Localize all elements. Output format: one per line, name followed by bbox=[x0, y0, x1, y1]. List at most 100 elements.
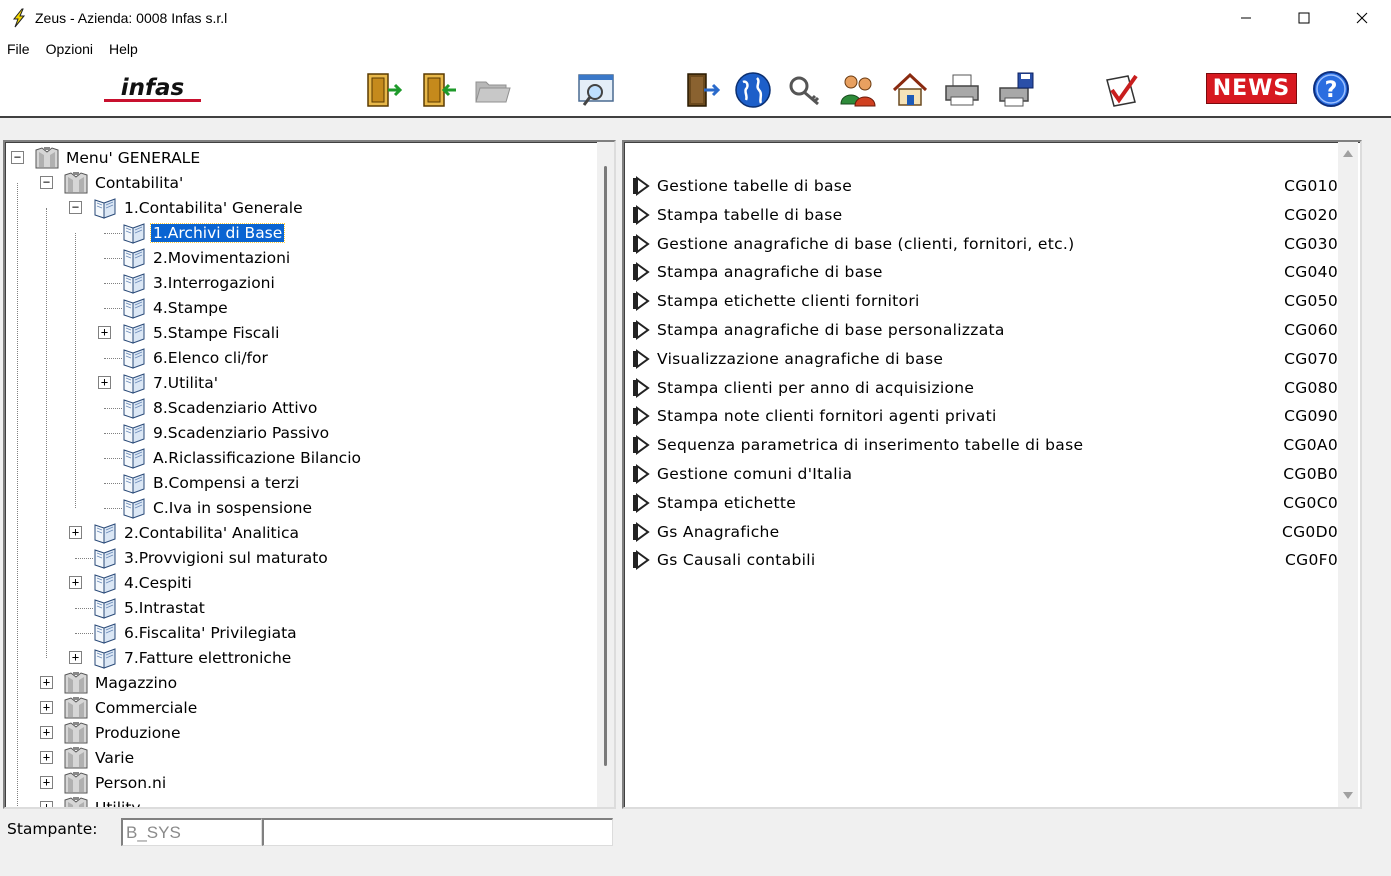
tree-node-contabilita-analitica[interactable]: 2.Contabilita' Analitica bbox=[92, 521, 301, 545]
expand-icon[interactable]: + bbox=[98, 376, 111, 389]
expand-icon[interactable]: + bbox=[40, 776, 53, 789]
function-item[interactable]: Gestione comuni d'Italia CG0B0 bbox=[632, 462, 1338, 486]
function-item[interactable]: Stampa tabelle di base CG020 bbox=[632, 203, 1338, 227]
expand-icon[interactable]: + bbox=[40, 801, 53, 807]
close-button[interactable] bbox=[1333, 0, 1391, 36]
tree-scrollbar[interactable] bbox=[597, 142, 614, 807]
function-item[interactable]: Gestione tabelle di base CG010 bbox=[632, 174, 1338, 198]
checklist-icon[interactable] bbox=[1102, 70, 1142, 110]
menu-tree[interactable]: Menu' GENERALE − Contabilita' −1.Contabilit… bbox=[3, 140, 616, 809]
folder-icon[interactable] bbox=[472, 70, 512, 110]
enter-door-icon[interactable] bbox=[364, 70, 404, 110]
expand-icon[interactable]: + bbox=[69, 526, 82, 539]
book-icon bbox=[94, 523, 116, 544]
run-arrow-icon bbox=[633, 204, 650, 225]
tree-node-scadenziario-passivo[interactable]: 9.Scadenziario Passivo bbox=[121, 421, 331, 445]
function-item[interactable]: Stampa note clienti fornitori agenti pri… bbox=[632, 404, 1338, 428]
expand-icon[interactable]: + bbox=[40, 701, 53, 714]
tree-node-riclassificazione-bilancio[interactable]: A.Riclassificazione Bilancio bbox=[121, 446, 363, 470]
tree-node-fiscalita-privilegiata[interactable]: 6.Fiscalita' Privilegiata bbox=[92, 621, 299, 645]
tree-connector bbox=[17, 183, 18, 807]
tree-node-iva-in-sospensione[interactable]: C.Iva in sospensione bbox=[121, 496, 314, 520]
key-icon[interactable] bbox=[786, 70, 826, 110]
menu-file[interactable]: File bbox=[0, 41, 38, 57]
tree-node-menu-generale[interactable]: Menu' GENERALE bbox=[34, 146, 202, 170]
tree-node-label: Commerciale bbox=[95, 699, 198, 717]
maximize-button[interactable] bbox=[1275, 0, 1333, 36]
exit-door-icon[interactable] bbox=[682, 70, 722, 110]
tree-node-magazzino[interactable]: Magazzino bbox=[63, 671, 179, 695]
collapse-icon[interactable]: − bbox=[69, 201, 82, 214]
function-item[interactable]: Visualizzazione anagrafiche di base CG070 bbox=[632, 347, 1338, 371]
tree-connector bbox=[75, 558, 93, 559]
tree-node-contabilita[interactable]: Contabilita' bbox=[63, 171, 185, 195]
book-icon bbox=[123, 248, 145, 269]
tree-node-cespiti[interactable]: 4.Cespiti bbox=[92, 571, 194, 595]
print-save-icon[interactable] bbox=[996, 70, 1036, 110]
search-window-icon[interactable] bbox=[576, 70, 616, 110]
help-icon[interactable]: ? bbox=[1311, 69, 1351, 109]
scroll-down-icon[interactable] bbox=[1343, 792, 1353, 799]
function-code: CG050 bbox=[1284, 292, 1338, 311]
tree-node-contabilita-generale[interactable]: 1.Contabilita' Generale bbox=[92, 196, 305, 220]
menu-opzioni[interactable]: Opzioni bbox=[38, 41, 101, 57]
book-icon bbox=[94, 548, 116, 569]
tree-node-movimentazioni[interactable]: 2.Movimentazioni bbox=[121, 246, 292, 270]
tree-node-stampe-fiscali[interactable]: 5.Stampe Fiscali bbox=[121, 321, 281, 345]
globe-icon[interactable] bbox=[733, 70, 773, 110]
expand-icon[interactable]: + bbox=[69, 651, 82, 664]
tree-scroll-thumb[interactable] bbox=[604, 166, 607, 766]
run-arrow-icon bbox=[633, 176, 650, 196]
function-item[interactable]: Gs Causali contabili CG0F0 bbox=[632, 548, 1338, 572]
function-item[interactable]: Gs Anagrafiche CG0D0 bbox=[632, 520, 1338, 544]
function-item[interactable]: Stampa anagrafiche di base CG040 bbox=[632, 260, 1338, 284]
tree-node-archivi-di-base[interactable]: 1.Archivi di Base bbox=[121, 221, 286, 245]
expand-icon[interactable]: + bbox=[40, 726, 53, 739]
expand-icon[interactable]: + bbox=[69, 576, 82, 589]
tree-node-produzione[interactable]: Produzione bbox=[63, 721, 183, 745]
expand-icon[interactable]: + bbox=[40, 751, 53, 764]
tree-node-label: Produzione bbox=[95, 724, 181, 742]
minimize-button[interactable] bbox=[1217, 0, 1275, 36]
news-button[interactable]: NEWS bbox=[1206, 73, 1297, 104]
tree-node-utility[interactable]: Utility bbox=[63, 796, 143, 807]
tree-node-varie[interactable]: Varie bbox=[63, 746, 136, 770]
run-arrow-icon bbox=[633, 464, 650, 484]
scroll-up-icon[interactable] bbox=[1343, 150, 1353, 157]
logo-underline bbox=[104, 99, 201, 102]
function-item[interactable]: Sequenza parametrica di inserimento tabe… bbox=[632, 433, 1338, 457]
function-item[interactable]: Stampa clienti per anno di acquisizione C… bbox=[632, 376, 1338, 400]
expand-icon[interactable]: + bbox=[98, 326, 111, 339]
users-icon[interactable] bbox=[838, 70, 878, 110]
home-icon[interactable] bbox=[890, 70, 930, 110]
printer-code-field[interactable]: B_SYS bbox=[121, 818, 262, 846]
move-door-icon[interactable] bbox=[420, 70, 460, 110]
function-item[interactable]: Stampa etichette CG0C0 bbox=[632, 491, 1338, 515]
tree-node-label: 1.Archivi di Base bbox=[149, 223, 286, 243]
function-item[interactable]: Stampa etichette clienti fornitori CG050 bbox=[632, 289, 1338, 313]
book-icon bbox=[94, 198, 116, 219]
printer-icon[interactable] bbox=[942, 70, 982, 110]
tree-node-provvigioni[interactable]: 3.Provvigioni sul maturato bbox=[92, 546, 330, 570]
collapse-icon[interactable]: − bbox=[40, 176, 53, 189]
tree-node-person-ni[interactable]: Person.ni bbox=[63, 771, 168, 795]
function-item[interactable]: Gestione anagrafiche di base (clienti, f… bbox=[632, 232, 1338, 256]
tree-node-utilita[interactable]: 7.Utilita' bbox=[121, 371, 220, 395]
tree-node-scadenziario-attivo[interactable]: 8.Scadenziario Attivo bbox=[121, 396, 319, 420]
tree-node-interrogazioni[interactable]: 3.Interrogazioni bbox=[121, 271, 277, 295]
function-item[interactable]: Stampa anagrafiche di base personalizzat… bbox=[632, 318, 1338, 342]
tree-node-elenco-cli-for[interactable]: 6.Elenco cli/for bbox=[121, 346, 270, 370]
printer-description-field[interactable] bbox=[262, 818, 613, 846]
expand-icon[interactable]: + bbox=[40, 676, 53, 689]
menu-help[interactable]: Help bbox=[101, 41, 146, 57]
tree-node-intrastat[interactable]: 5.Intrastat bbox=[92, 596, 207, 620]
menu-folder-icon bbox=[64, 672, 88, 694]
tree-node-commerciale[interactable]: Commerciale bbox=[63, 696, 199, 720]
function-scrollbar[interactable] bbox=[1338, 142, 1358, 807]
collapse-icon[interactable]: − bbox=[11, 151, 24, 164]
tree-node-label: Varie bbox=[95, 749, 135, 767]
tree-node-compensi-a-terzi[interactable]: B.Compensi a terzi bbox=[121, 471, 301, 495]
function-label: Visualizzazione anagrafiche di base bbox=[657, 349, 944, 368]
tree-node-stampe[interactable]: 4.Stampe bbox=[121, 296, 230, 320]
tree-node-fatture-elettroniche[interactable]: 7.Fatture elettroniche bbox=[92, 646, 293, 670]
